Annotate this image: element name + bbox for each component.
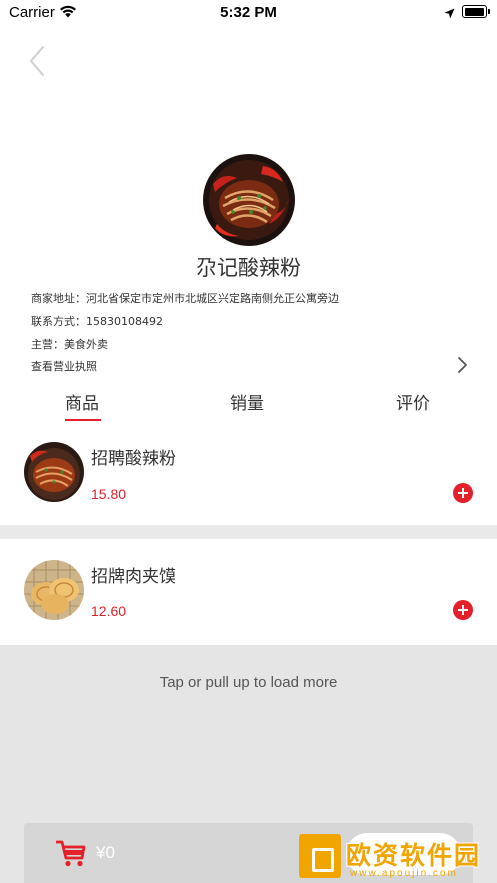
product-item[interactable]: 招聘酸辣粉 15.80 [0,425,497,525]
back-button[interactable] [26,44,48,78]
tab-products[interactable]: 商品 [65,389,99,414]
product-name: 招牌肉夹馍 [91,567,176,587]
cart-icon[interactable] [55,839,86,871]
product-image [24,442,84,502]
cart-total: ¥0 [96,843,115,862]
divider [0,525,497,539]
battery-icon [462,5,490,18]
product-item[interactable]: 招牌肉夹馍 12.60 [0,539,497,645]
watermark-text: 欧资软件园 [346,841,482,870]
shop-name: 尕记酸辣粉 [196,256,301,280]
watermark-icon [299,834,341,878]
shop-address: 商家地址：河北省保定市定州市北城区兴定路南侧允正公寓旁边 [31,292,339,305]
product-price: 12.60 [91,603,127,619]
tab-sales[interactable]: 销量 [230,389,264,414]
status-time: 5:32 PM [220,4,277,21]
add-icon[interactable] [453,600,473,620]
product-name: 招聘酸辣粉 [91,449,176,469]
watermark-url: www.apoujin.com [350,868,458,879]
active-tab-indicator [65,419,101,421]
tab-reviews[interactable]: 评价 [396,389,430,414]
back-chevron-icon [30,46,44,76]
location-icon [444,6,455,24]
add-icon[interactable] [453,483,473,503]
shop-logo [203,154,295,246]
tab-bar: 商品 销量 评价 [0,385,497,421]
watermark-logo: 欧资软件园 www.apoujin.com [296,830,492,882]
view-license-link[interactable]: 查看营业执照 [31,358,97,374]
battery-level [464,7,484,16]
shop-category: 主营：美食外卖 [31,338,108,351]
shop-contact: 联系方式：15830108492 [31,315,163,328]
product-price: 15.80 [91,486,127,502]
chevron-right-icon[interactable] [456,356,468,374]
load-more-label[interactable]: Tap or pull up to load more [0,674,497,691]
status-bar: Carrier 5:32 PM [0,0,497,26]
product-image [24,560,84,620]
